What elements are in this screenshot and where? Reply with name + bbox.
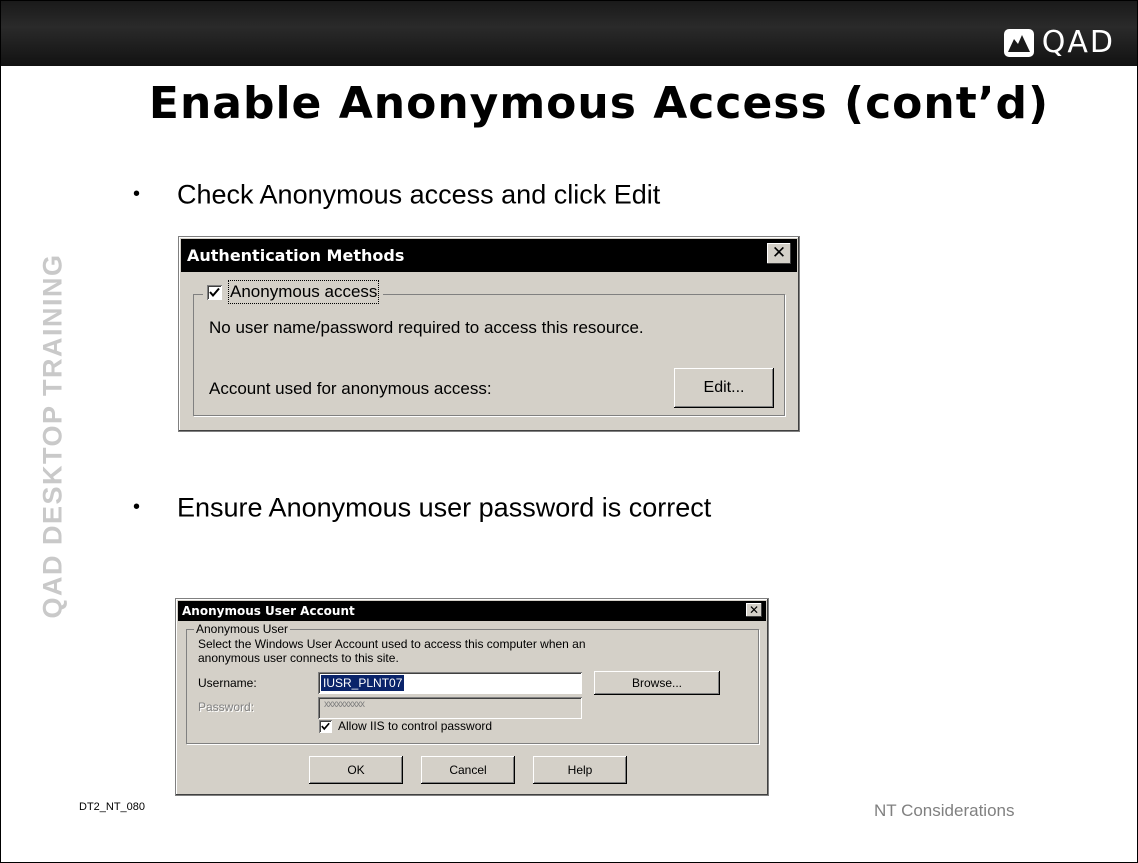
bullet-dot-icon: • (133, 496, 141, 519)
password-value: xxxxxxxxxx (324, 699, 365, 710)
bullet-1-text: Check Anonymous access and click Edit (177, 179, 661, 210)
qad-logo-icon (1003, 29, 1034, 57)
ok-button[interactable]: OK (309, 756, 403, 784)
username-field[interactable]: IUSR_PLNT07 (318, 672, 582, 694)
bullet-dot-icon: • (133, 183, 141, 206)
allow-iis-checkbox-row[interactable]: Allow IIS to control password (319, 719, 492, 733)
slide-code: DT2_NT_080 (79, 801, 146, 813)
bullet-2: • Ensure Anonymous user password is corre… (133, 491, 711, 523)
browse-button[interactable]: Browse... (594, 671, 720, 695)
dialog-title: Anonymous User Account (182, 604, 355, 618)
cancel-button[interactable]: Cancel (421, 756, 515, 784)
close-button[interactable]: ✕ (746, 603, 762, 617)
dialog-titlebar: Anonymous User Account (178, 601, 766, 621)
close-button[interactable]: ✕ (767, 243, 791, 264)
anonymous-access-checkbox-row[interactable]: Anonymous access (203, 280, 384, 304)
group-label: Anonymous User (194, 622, 291, 636)
username-label: Username: (198, 676, 257, 690)
side-label: QAD DESKTOP TRAINING (37, 253, 68, 619)
anonymous-access-label: Anonymous access (227, 280, 380, 304)
section-label: NT Considerations (874, 801, 1015, 820)
close-icon: ✕ (748, 603, 760, 617)
checkmark-icon (321, 722, 330, 730)
dialog-title: Authentication Methods (187, 246, 405, 265)
anonymous-description: No user name/password required to access… (209, 318, 644, 337)
logo-text: QAD (1041, 25, 1115, 60)
anonymous-access-checkbox[interactable] (207, 284, 222, 300)
qad-logo: QAD (1003, 25, 1115, 61)
slide: QAD Enable Anonymous Access (cont’d) QAD… (0, 0, 1138, 863)
dialog-titlebar: Authentication Methods (181, 239, 797, 272)
close-icon: ✕ (771, 243, 787, 263)
description-line-2: anonymous user connects to this site. (198, 651, 399, 665)
anonymous-user-account-dialog: Anonymous User Account ✕ Anonymous User … (176, 599, 768, 795)
bullet-1: • Check Anonymous access and click Edit (133, 178, 660, 210)
password-label: Password: (198, 700, 255, 714)
edit-button[interactable]: Edit... (674, 368, 774, 408)
slide-title: Enable Anonymous Access (cont’d) (148, 78, 1050, 129)
help-button[interactable]: Help (533, 756, 627, 784)
allow-iis-label: Allow IIS to control password (338, 719, 493, 733)
username-value: IUSR_PLNT07 (321, 675, 405, 691)
authentication-methods-dialog: Authentication Methods ✕ Anonymous acces… (179, 237, 799, 431)
allow-iis-checkbox[interactable] (319, 719, 332, 733)
description-line-1: Select the Windows User Account used to … (198, 637, 586, 651)
password-field[interactable]: xxxxxxxxxx (318, 697, 582, 719)
bullet-2-text: Ensure Anonymous user password is correc… (177, 492, 712, 523)
header-bar: QAD (1, 1, 1137, 66)
account-label: Account used for anonymous access: (209, 379, 492, 398)
checkmark-icon (209, 287, 220, 297)
